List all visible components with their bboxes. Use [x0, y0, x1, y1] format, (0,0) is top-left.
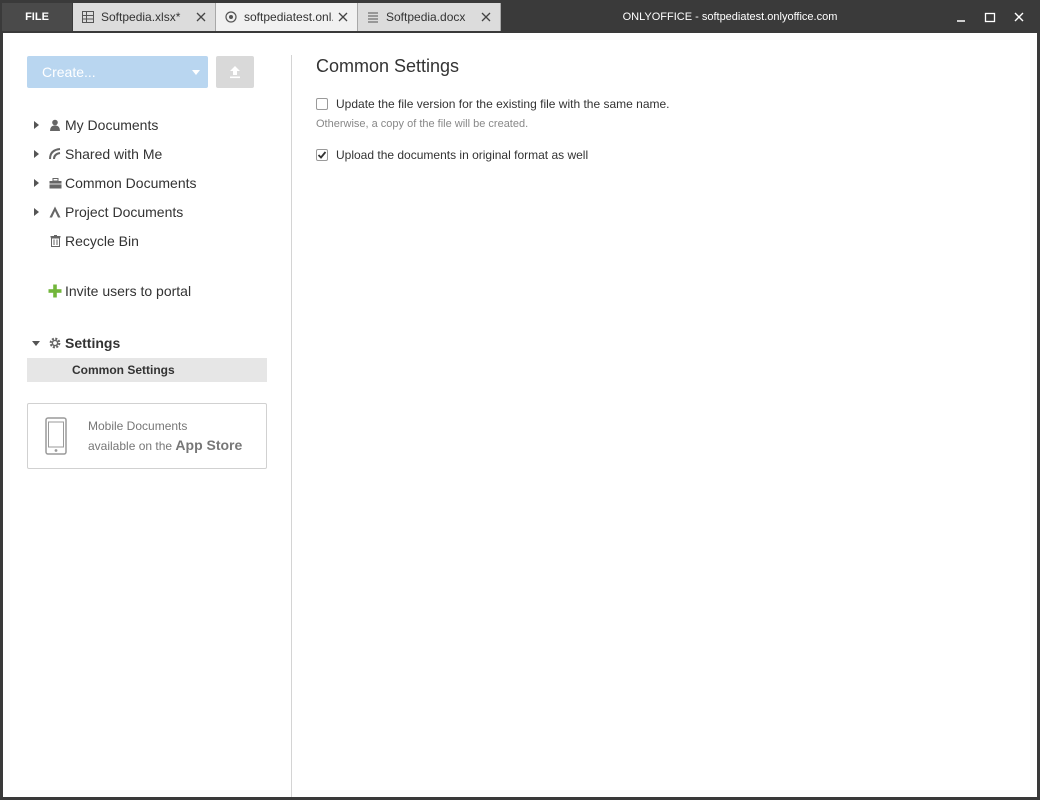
- chevron-down-icon[interactable]: [27, 331, 45, 355]
- file-menu-button[interactable]: FILE: [2, 3, 72, 31]
- maximize-icon: [984, 12, 996, 23]
- maximize-button[interactable]: [976, 6, 1004, 28]
- sidebar-item-label: Project Documents: [65, 204, 184, 220]
- invite-users-link[interactable]: Invite users to portal: [27, 279, 191, 303]
- invite-users-label: Invite users to portal: [65, 283, 192, 299]
- upload-button[interactable]: [216, 56, 254, 88]
- chevron-right-icon[interactable]: [27, 171, 45, 195]
- tab-portal[interactable]: softpediatest.onl...: [216, 3, 358, 31]
- tab-label: softpediatest.onl...: [244, 10, 333, 24]
- close-icon: [1014, 12, 1024, 22]
- share-icon: [45, 142, 65, 166]
- promo-line2: available on the App Store: [88, 437, 242, 453]
- close-icon[interactable]: [191, 7, 211, 27]
- update-version-checkbox[interactable]: [316, 98, 328, 110]
- minimize-icon: [957, 20, 965, 22]
- sidebar-item-label: Recycle Bin: [65, 233, 139, 249]
- briefcase-icon: [45, 171, 65, 195]
- sidebar-item-my-documents[interactable]: My Documents: [27, 113, 158, 137]
- chevron-down-icon: [184, 69, 208, 75]
- spreadsheet-icon: [80, 9, 96, 25]
- sidebar-item-label: Common Settings: [72, 363, 175, 377]
- document-icon: [365, 9, 381, 25]
- sidebar-item-label: Shared with Me: [65, 146, 163, 162]
- sidebar-item-label: Settings: [65, 335, 121, 351]
- close-icon[interactable]: [333, 7, 353, 27]
- update-version-label: Update the file version for the existing…: [336, 97, 670, 111]
- title-bar: FILE Softpedia.xlsx* softpediatest.onl..…: [0, 0, 1040, 33]
- plus-icon: [45, 279, 65, 303]
- page-title: Common Settings: [316, 56, 460, 76]
- sidebar-item-project-documents[interactable]: Project Documents: [27, 200, 183, 224]
- chevron-right-icon[interactable]: [27, 200, 45, 224]
- sidebar-divider: [291, 55, 292, 797]
- minimize-button[interactable]: [947, 6, 975, 28]
- chevron-right-icon[interactable]: [27, 142, 45, 166]
- close-icon[interactable]: [476, 7, 496, 27]
- upload-original-label: Upload the documents in original format …: [336, 148, 589, 162]
- tab-label: Softpedia.xlsx*: [101, 10, 181, 24]
- sidebar-item-common-settings[interactable]: Common Settings: [27, 358, 267, 382]
- promo-line1: Mobile Documents: [88, 419, 188, 433]
- gear-icon: [45, 331, 65, 355]
- close-window-button[interactable]: [1005, 6, 1033, 28]
- sidebar-item-shared-with-me[interactable]: Shared with Me: [27, 142, 162, 166]
- tab-label: Softpedia.docx: [386, 10, 466, 24]
- settings-panel: Common Settings Update the file version …: [316, 56, 670, 162]
- tab-spreadsheet[interactable]: Softpedia.xlsx*: [73, 3, 216, 31]
- upload-original-checkbox[interactable]: [316, 149, 328, 161]
- user-icon: [45, 113, 65, 137]
- project-icon: [45, 200, 65, 224]
- checkmark-icon: [317, 151, 327, 159]
- sidebar-item-recycle-bin[interactable]: Recycle Bin: [27, 229, 139, 253]
- update-version-option[interactable]: Update the file version for the existing…: [316, 97, 670, 111]
- update-version-hint: Otherwise, a copy of the file will be cr…: [316, 118, 529, 130]
- app-store-label[interactable]: App Store: [175, 437, 242, 453]
- upload-icon: [230, 66, 240, 79]
- mobile-app-promo[interactable]: Mobile Documents available on the App St…: [27, 403, 267, 469]
- sidebar: Create... My Documents Shared with Me Co…: [3, 33, 292, 797]
- trash-icon: [45, 229, 65, 253]
- sidebar-item-common-documents[interactable]: Common Documents: [27, 171, 197, 195]
- sidebar-item-label: Common Documents: [65, 175, 197, 191]
- sidebar-item-settings[interactable]: Settings: [27, 331, 120, 355]
- portal-icon: [223, 9, 239, 25]
- tab-document[interactable]: Softpedia.docx: [358, 3, 501, 31]
- create-button-label: Create...: [42, 64, 96, 80]
- phone-icon: [45, 417, 67, 459]
- chevron-right-icon[interactable]: [27, 113, 45, 137]
- upload-original-option[interactable]: Upload the documents in original format …: [316, 148, 588, 162]
- create-button[interactable]: Create...: [27, 56, 208, 88]
- promo-line2-prefix: available on the: [88, 439, 176, 453]
- window-title: ONLYOFFICE - softpediatest.onlyoffice.co…: [622, 10, 838, 23]
- main-window: Create... My Documents Shared with Me Co…: [3, 33, 1037, 797]
- sidebar-item-label: My Documents: [65, 117, 159, 133]
